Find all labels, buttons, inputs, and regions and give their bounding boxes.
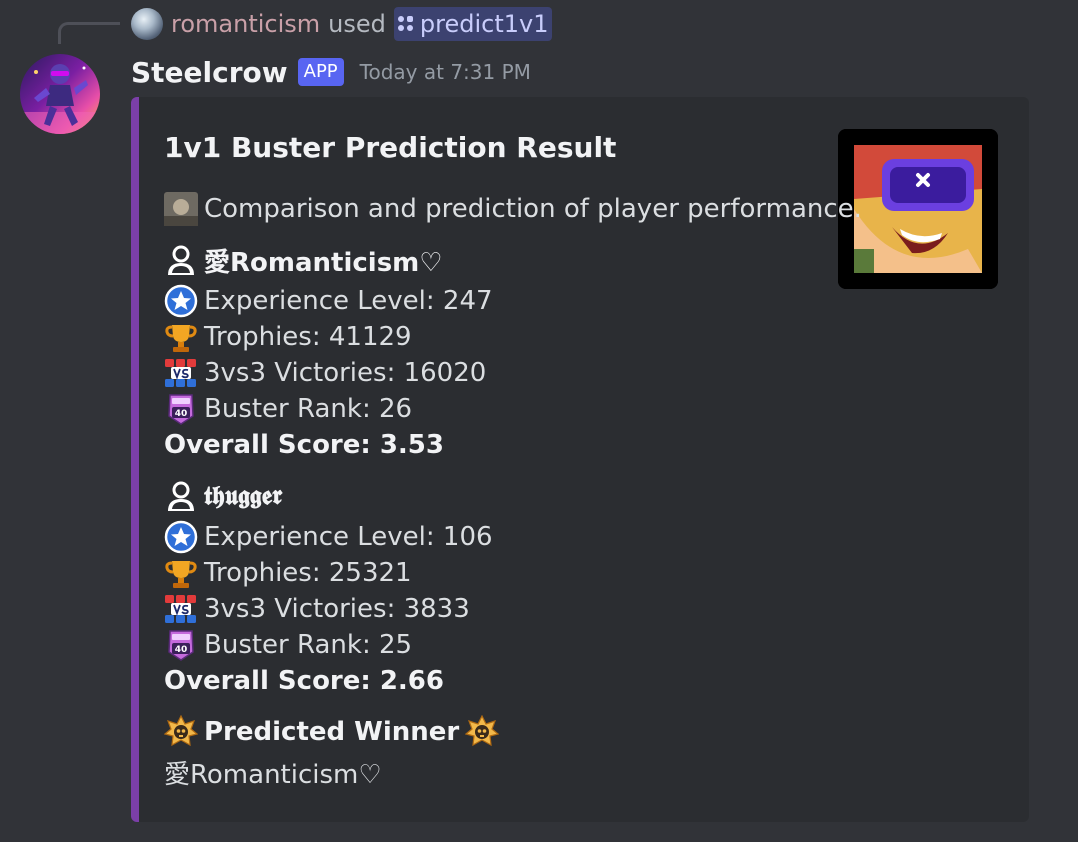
slash-command-name: predict1v1 — [419, 10, 549, 38]
player2-rank: Buster Rank: 25 — [204, 630, 413, 660]
message-header: Steelcrow APP Today at 7:31 PM — [131, 52, 531, 92]
player1-experience-row: Experience Level: 247 — [164, 283, 493, 319]
app-badge: APP — [297, 58, 344, 86]
svg-text:40: 40 — [175, 645, 188, 655]
rank-40-icon: 40 — [168, 394, 194, 425]
player1-rank-row: 40 Buster Rank: 26 — [164, 391, 412, 427]
embed-description: Comparison and prediction of player perf… — [164, 191, 862, 227]
reply-connector — [58, 22, 120, 44]
player1-victories: 3vs3 Victories: 16020 — [204, 358, 487, 388]
skull-star-icon — [465, 715, 500, 747]
vs-icon — [165, 359, 196, 387]
player1-victories-row: 3vs3 Victories: 16020 — [164, 355, 486, 391]
author-avatar[interactable] — [20, 54, 100, 134]
embed-description-text: Comparison and prediction of player perf… — [204, 194, 862, 224]
player2-name: 𝖙𝖍𝖚𝖌𝖌𝖊𝖗 — [204, 480, 283, 511]
vs-icon — [165, 595, 196, 623]
player1-rank: Buster Rank: 26 — [204, 394, 413, 424]
author-name[interactable]: Steelcrow — [131, 56, 288, 89]
player2-score: Overall Score: 2.66 — [164, 666, 444, 696]
player2-victories: 3vs3 Victories: 3833 — [204, 594, 470, 624]
player1-trophies: Trophies: 41129 — [204, 322, 412, 352]
player1-heading: 愛Romanticism♡ — [164, 242, 443, 278]
reply-context: romanticism used predict1v1 — [131, 6, 553, 42]
player1-score: Overall Score: 3.53 — [164, 430, 444, 460]
reply-username[interactable]: romanticism — [171, 10, 320, 38]
embed-title: 1v1 Buster Prediction Result — [164, 131, 617, 164]
star-badge-icon — [164, 520, 198, 554]
emoji-image-icon — [164, 192, 198, 226]
user-silhouette-icon — [168, 245, 194, 275]
player2-trophies: Trophies: 25321 — [204, 558, 412, 588]
player1-experience: Experience Level: 247 — [204, 286, 493, 316]
svg-text:40: 40 — [175, 409, 188, 419]
player2-experience-row: Experience Level: 106 — [164, 519, 493, 555]
embed-thumbnail[interactable] — [838, 129, 998, 289]
player2-experience: Experience Level: 106 — [204, 522, 493, 552]
slash-command-chip[interactable]: predict1v1 — [393, 7, 553, 41]
rank-40-icon: 40 — [168, 630, 194, 661]
app-command-icon — [397, 16, 414, 32]
reply-user-avatar[interactable] — [131, 8, 163, 40]
star-badge-icon — [164, 284, 198, 318]
embed-card: 1v1 Buster Prediction Result Comparison … — [131, 97, 1029, 822]
player2-heading: 𝖙𝖍𝖚𝖌𝖌𝖊𝖗 — [164, 478, 282, 514]
winner-heading: Predicted Winner — [164, 714, 500, 750]
player1-name: 愛Romanticism♡ — [204, 247, 443, 278]
trophy-icon — [165, 325, 197, 352]
skull-star-icon — [164, 715, 198, 747]
reply-used-text: used — [328, 10, 386, 38]
user-silhouette-icon — [168, 481, 194, 511]
player2-trophies-row: Trophies: 25321 — [164, 555, 412, 591]
message-timestamp[interactable]: Today at 7:31 PM — [360, 60, 531, 84]
player2-victories-row: 3vs3 Victories: 3833 — [164, 591, 470, 627]
trophy-icon — [165, 561, 197, 588]
player2-rank-row: 40 Buster Rank: 25 — [164, 627, 412, 663]
player1-trophies-row: Trophies: 41129 — [164, 319, 412, 355]
winner-name: 愛Romanticism♡ — [164, 759, 382, 790]
winner-heading-text: Predicted Winner — [204, 717, 460, 747]
